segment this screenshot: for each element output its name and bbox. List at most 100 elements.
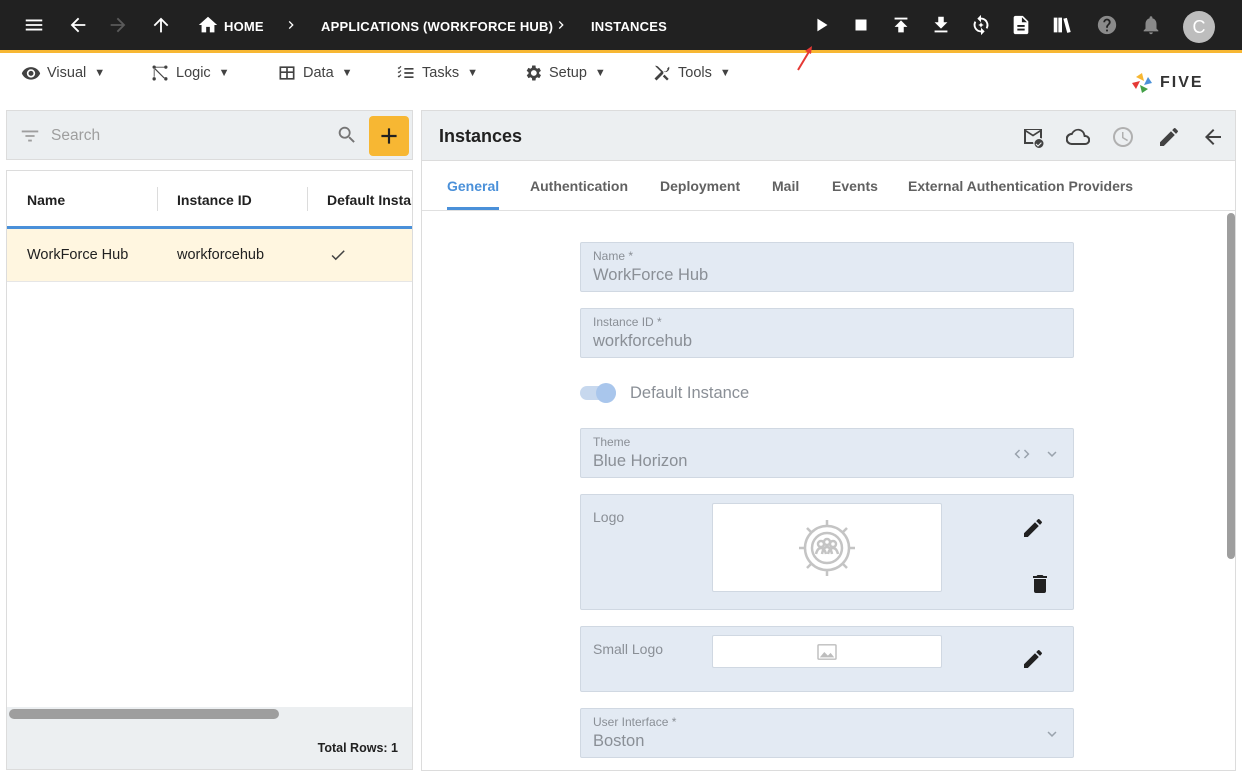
- caret-down-icon: ▼: [94, 67, 106, 79]
- history-icon[interactable]: [1110, 124, 1136, 150]
- user-interface-select[interactable]: User Interface * Boston: [580, 708, 1074, 758]
- table-footer: Total Rows: 1: [7, 707, 412, 769]
- play-icon[interactable]: [810, 13, 834, 37]
- search-input[interactable]: [51, 123, 321, 149]
- tab-bar: General Authentication Deployment Mail E…: [422, 161, 1235, 211]
- column-header-name[interactable]: Name: [27, 192, 65, 208]
- small-logo-image[interactable]: [712, 635, 942, 668]
- logo-image[interactable]: [712, 503, 942, 592]
- edit-logo-icon[interactable]: [1021, 516, 1045, 540]
- breadcrumb-application[interactable]: APPLICATIONS (WORKFORCE HUB): [321, 19, 553, 34]
- theme-select[interactable]: Theme Blue Horizon: [580, 428, 1074, 478]
- user-interface-field-actions: [1043, 725, 1061, 743]
- avatar[interactable]: C: [1183, 11, 1215, 43]
- up-arrow-icon[interactable]: [149, 13, 173, 37]
- page-title: Instances: [439, 126, 523, 146]
- publish-icon[interactable]: [889, 13, 913, 37]
- vertical-scrollbar-track[interactable]: [1224, 211, 1235, 770]
- table-row[interactable]: WorkForce Hub workforcehub: [7, 229, 412, 282]
- menu-data[interactable]: Data ▼: [277, 62, 353, 84]
- chevron-right-icon: [553, 17, 569, 33]
- delete-logo-icon[interactable]: [1028, 572, 1052, 596]
- name-field-label: Name *: [593, 249, 634, 263]
- stop-icon[interactable]: [849, 13, 873, 37]
- small-logo-field-label: Small Logo: [593, 641, 664, 657]
- menu-setup-label: Setup: [549, 65, 587, 81]
- filter-icon[interactable]: [19, 125, 41, 152]
- search-icon[interactable]: [336, 124, 358, 151]
- five-logo: FIVE: [1130, 70, 1220, 96]
- tab-external-authentication-providers[interactable]: External Authentication Providers: [908, 178, 1133, 194]
- menu-icon[interactable]: [22, 13, 46, 37]
- instances-table: Name Instance ID Default Instar WorkForc…: [6, 170, 413, 770]
- checklist-icon: [397, 65, 414, 78]
- back-arrow-icon[interactable]: [1200, 124, 1226, 150]
- back-arrow-icon[interactable]: [66, 13, 90, 37]
- menu-tools[interactable]: Tools ▼: [652, 62, 731, 84]
- table-icon: [279, 66, 295, 80]
- image-placeholder-icon: [817, 643, 837, 660]
- menu-logic-label: Logic: [176, 65, 211, 81]
- name-field-value: WorkForce Hub: [593, 266, 709, 284]
- menu-data-label: Data: [303, 65, 334, 81]
- caret-down-icon: ▼: [467, 67, 478, 79]
- column-divider[interactable]: [157, 187, 158, 211]
- home-icon[interactable]: [196, 13, 220, 37]
- edit-icon[interactable]: [1156, 124, 1182, 150]
- chevron-right-icon: [283, 17, 299, 33]
- menu-tasks[interactable]: Tasks ▼: [396, 62, 478, 84]
- instance-id-field-value: workforcehub: [593, 332, 693, 350]
- tab-deployment[interactable]: Deployment: [660, 178, 740, 194]
- code-icon[interactable]: [1013, 445, 1031, 463]
- chevron-down-icon[interactable]: [1043, 445, 1061, 463]
- library-icon[interactable]: [1050, 13, 1074, 37]
- menu-logic[interactable]: Logic ▼: [150, 62, 230, 84]
- add-record-button[interactable]: [369, 116, 409, 156]
- breadcrumb-instances[interactable]: INSTANCES: [591, 19, 667, 34]
- name-field[interactable]: Name * WorkForce Hub: [580, 242, 1074, 292]
- caret-down-icon: ▼: [341, 67, 353, 79]
- mail-check-icon[interactable]: [1020, 124, 1046, 150]
- gear-icon: [526, 65, 541, 81]
- document-icon[interactable]: [1009, 13, 1033, 37]
- menu-visual-label: Visual: [47, 65, 87, 81]
- column-header-instance-id[interactable]: Instance ID: [177, 192, 252, 208]
- download-icon[interactable]: [929, 13, 953, 37]
- total-rows-label: Total Rows: 1: [317, 741, 398, 755]
- tab-mail[interactable]: Mail: [772, 178, 799, 194]
- logo-field: Logo: [580, 494, 1074, 610]
- notifications-icon[interactable]: [1139, 13, 1163, 37]
- eye-icon: [21, 67, 41, 80]
- instance-id-field[interactable]: Instance ID * workforcehub: [580, 308, 1074, 358]
- search-bar: [6, 110, 413, 160]
- top-app-bar: HOME APPLICATIONS (WORKFORCE HUB) INSTAN…: [0, 0, 1242, 53]
- default-instance-toggle-row: Default Instance: [580, 381, 749, 405]
- check-icon: [329, 246, 347, 269]
- detail-panel: Instances General Authentication Deploym…: [421, 110, 1236, 771]
- sync-icon[interactable]: [969, 13, 993, 37]
- default-instance-label: Default Instance: [630, 383, 750, 402]
- edit-small-logo-icon[interactable]: [1021, 647, 1045, 671]
- active-tab-indicator: [447, 207, 499, 210]
- logo-field-label: Logo: [593, 509, 625, 525]
- default-instance-toggle[interactable]: [580, 383, 616, 403]
- chevron-down-icon[interactable]: [1043, 725, 1061, 743]
- menu-setup[interactable]: Setup ▼: [523, 62, 606, 84]
- tab-events[interactable]: Events: [832, 178, 878, 194]
- vertical-scrollbar[interactable]: [1227, 213, 1235, 559]
- forward-arrow-icon[interactable]: [106, 13, 130, 37]
- tab-general[interactable]: General: [447, 178, 499, 194]
- cloud-icon[interactable]: [1065, 124, 1091, 150]
- theme-field-label: Theme: [593, 435, 631, 449]
- menu-visual[interactable]: Visual ▼: [21, 62, 105, 84]
- help-icon[interactable]: [1095, 13, 1119, 37]
- gear-people-logo-icon: [799, 519, 855, 576]
- horizontal-scrollbar[interactable]: [9, 709, 279, 719]
- brand-name: FIVE: [1160, 74, 1204, 91]
- breadcrumb-home[interactable]: HOME: [224, 19, 264, 34]
- tab-authentication[interactable]: Authentication: [530, 178, 628, 194]
- column-header-default-instance[interactable]: Default Instar: [327, 192, 412, 208]
- table-header: Name Instance ID Default Instar: [7, 171, 412, 229]
- instance-id-field-label: Instance ID *: [593, 315, 662, 329]
- column-divider[interactable]: [307, 187, 308, 211]
